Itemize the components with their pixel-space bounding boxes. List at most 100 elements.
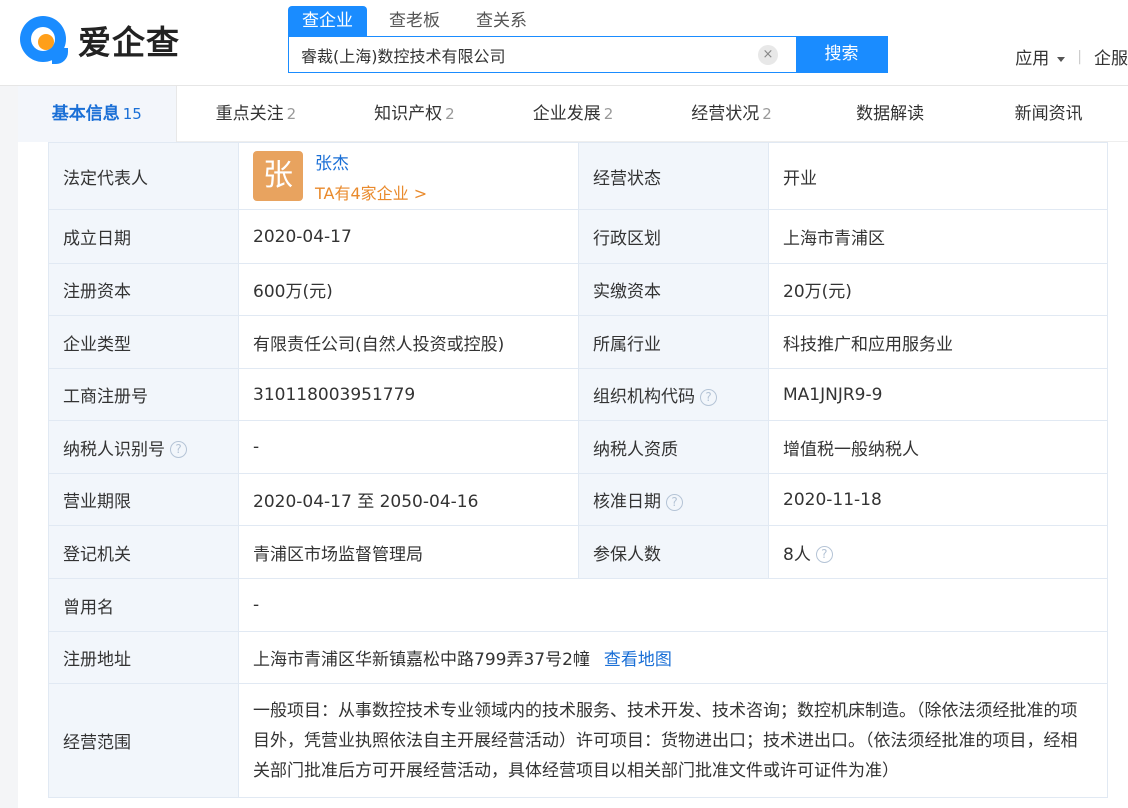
tab-label: 新闻资讯 [1014, 104, 1083, 124]
insured-label: 参保人数 [578, 525, 769, 579]
search-box: × 搜索 [288, 36, 888, 73]
address-value: 上海市青浦区华新镇嘉松中路799弄37号2幢 [253, 650, 590, 670]
address-label: 注册地址 [48, 631, 239, 684]
industry-label: 所属行业 [578, 315, 769, 369]
status-label: 经营状态 [578, 142, 769, 210]
authority-label: 登记机关 [48, 525, 239, 579]
app-menu[interactable]: 应用 [1015, 44, 1066, 69]
table-row: 工商注册号 310118003951779 组织机构代码? MA1JNJR9-9 [48, 368, 1108, 421]
tab-label: 知识产权 [374, 104, 443, 124]
org-code-label: 组织机构代码 [593, 387, 695, 407]
help-icon[interactable]: ? [700, 388, 717, 406]
tab-news[interactable]: 新闻资讯 [969, 86, 1128, 142]
search-input[interactable] [289, 37, 758, 72]
table-row: 企业类型 有限责任公司(自然人投资或控股) 所属行业 科技推广和应用服务业 [48, 315, 1108, 369]
scope-value: 一般项目：从事数控技术专业领域内的技术服务、技术开发、技术咨询；数控机床制造。（… [238, 683, 1108, 798]
legal-rep-cell: 张 张杰 TA有4家企业 > [238, 142, 579, 210]
region-label: 行政区划 [578, 209, 769, 264]
tab-count: 2 [603, 105, 614, 123]
authority-value: 青浦区市场监督管理局 [238, 525, 579, 579]
search-tabs: 查企业 查老板 查关系 [288, 6, 549, 36]
tab-count: 2 [762, 105, 772, 123]
insured-value: 8人 [783, 544, 811, 565]
org-code-label-cell: 组织机构代码? [578, 368, 769, 421]
table-row: 营业期限 2020-04-17 至 2050-04-16 核准日期? 2020-… [48, 473, 1108, 526]
company-type-label: 企业类型 [48, 315, 239, 369]
tab-label: 经营状况 [691, 104, 760, 124]
basic-info-panel: 法定代表人 张 张杰 TA有4家企业 > 经营状态 开业 成立日期 2020-0… [18, 142, 1128, 808]
legal-rep-name-link[interactable]: 张杰 [315, 149, 427, 174]
table-row: 曾用名 - [48, 578, 1108, 632]
help-icon[interactable]: ? [170, 441, 187, 458]
section-tabs: 基本信息 15 重点关注 2 知识产权 2 企业发展 2 经营状况 2 数据解读 新闻资讯 [18, 86, 1128, 142]
org-code-value: MA1JNJR9-9 [768, 368, 1108, 421]
header: 爱企查 查企业 查老板 查关系 × 搜索 应用 | 企服 [0, 0, 1128, 86]
reg-capital-value: 600万(元) [238, 263, 579, 316]
founded-label: 成立日期 [48, 209, 239, 264]
tab-development[interactable]: 企业发展 2 [494, 86, 653, 142]
avatar[interactable]: 张 [253, 151, 303, 201]
region-value: 上海市青浦区 [768, 209, 1108, 264]
legal-rep-label: 法定代表人 [48, 142, 239, 210]
taxpayer-qual-label: 纳税人资质 [578, 420, 769, 474]
table-row: 注册资本 600万(元) 实缴资本 20万(元) [48, 263, 1108, 316]
tab-count: 15 [122, 105, 142, 123]
basic-info-table: 法定代表人 张 张杰 TA有4家企业 > 经营状态 开业 成立日期 2020-0… [48, 142, 1108, 798]
insured-value-cell: 8人? [768, 525, 1108, 579]
logo-text: 爱企查 [78, 23, 180, 62]
tab-ip[interactable]: 知识产权 2 [335, 86, 494, 142]
tab-key-focus[interactable]: 重点关注 2 [177, 86, 336, 142]
approval-label-cell: 核准日期? [578, 473, 769, 526]
table-row: 法定代表人 张 张杰 TA有4家企业 > 经营状态 开业 [48, 142, 1108, 210]
taxpayer-id-label-cell: 纳税人识别号? [48, 420, 239, 474]
tab-operations[interactable]: 经营状况 2 [652, 86, 811, 142]
help-icon[interactable]: ? [815, 546, 833, 563]
table-row: 注册地址 上海市青浦区华新镇嘉松中路799弄37号2幢 查看地图 [48, 631, 1108, 684]
divider: | [1077, 48, 1082, 65]
former-name-value: - [238, 578, 1108, 632]
table-row: 成立日期 2020-04-17 行政区划 上海市青浦区 [48, 209, 1108, 264]
paid-capital-label: 实缴资本 [578, 263, 769, 316]
table-row: 纳税人识别号? - 纳税人资质 增值税一般纳税人 [48, 420, 1108, 474]
industry-value: 科技推广和应用服务业 [768, 315, 1108, 369]
taxpayer-id-value: - [238, 420, 579, 474]
tab-label: 基本信息 [51, 104, 120, 124]
former-name-label: 曾用名 [48, 578, 239, 632]
logo[interactable]: 爱企查 [18, 12, 180, 68]
chevron-down-icon [1057, 56, 1066, 62]
search-tab-company[interactable]: 查企业 [288, 6, 367, 36]
address-cell: 上海市青浦区华新镇嘉松中路799弄37号2幢 查看地图 [238, 631, 1108, 684]
taxpayer-qual-value: 增值税一般纳税人 [768, 420, 1108, 474]
app-menu-label: 应用 [1015, 49, 1050, 69]
tab-label: 数据解读 [856, 104, 925, 124]
tab-count: 2 [445, 105, 455, 123]
term-label: 营业期限 [48, 473, 239, 526]
clear-icon[interactable]: × [758, 45, 778, 65]
founded-value: 2020-04-17 [238, 209, 579, 264]
reg-capital-label: 注册资本 [48, 263, 239, 316]
tab-label: 企业发展 [532, 104, 601, 124]
taxpayer-id-label: 纳税人识别号 [63, 439, 165, 460]
view-map-link[interactable]: 查看地图 [604, 650, 672, 670]
search-tab-relation[interactable]: 查关系 [462, 6, 541, 36]
tab-basic-info[interactable]: 基本信息 15 [18, 86, 177, 142]
reg-no-value: 310118003951779 [238, 368, 579, 421]
legal-rep-companies-link[interactable]: TA有4家企业 > [315, 180, 427, 204]
help-icon[interactable]: ? [666, 493, 683, 511]
company-type-value: 有限责任公司(自然人投资或控股) [238, 315, 579, 369]
search-tab-boss[interactable]: 查老板 [375, 6, 454, 36]
top-nav: 应用 | 企服 [1015, 44, 1128, 70]
logo-icon [18, 14, 70, 66]
status-value: 开业 [768, 142, 1108, 210]
term-value: 2020-04-17 至 2050-04-16 [238, 473, 579, 526]
reg-no-label: 工商注册号 [48, 368, 239, 421]
tab-count: 2 [286, 105, 297, 123]
service-menu[interactable]: 企服 [1094, 44, 1128, 69]
approval-label: 核准日期 [593, 492, 661, 512]
tab-label: 重点关注 [215, 104, 284, 124]
tab-data-insights[interactable]: 数据解读 [811, 86, 970, 142]
paid-capital-value: 20万(元) [768, 263, 1108, 316]
search-button[interactable]: 搜索 [796, 37, 887, 72]
table-row: 经营范围 一般项目：从事数控技术专业领域内的技术服务、技术开发、技术咨询；数控机… [48, 683, 1108, 798]
table-row: 登记机关 青浦区市场监督管理局 参保人数 8人? [48, 525, 1108, 579]
